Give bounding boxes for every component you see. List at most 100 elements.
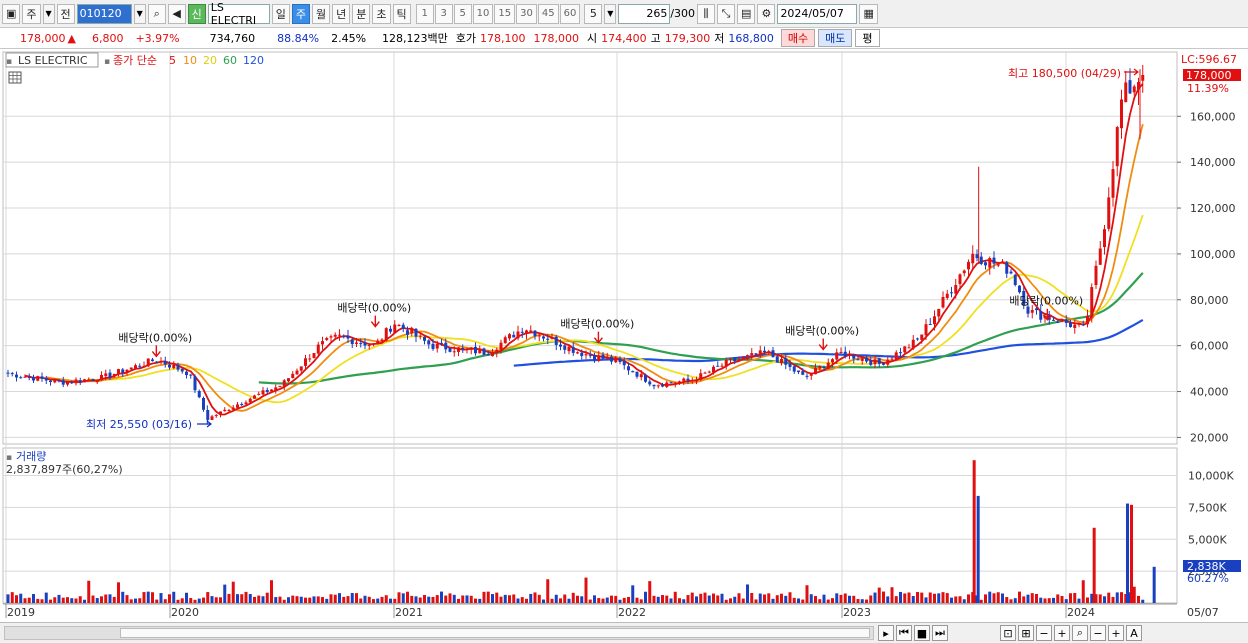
period-week-tab[interactable]: 주: [291, 3, 311, 24]
search-icon[interactable]: ⌕: [147, 3, 166, 24]
candle-body: [537, 335, 541, 337]
volume-bar: [121, 591, 125, 603]
volume-bar: [576, 595, 579, 603]
code-dropdown-icon[interactable]: ▼: [133, 3, 146, 24]
speaker-icon[interactable]: ◀: [167, 3, 186, 24]
count-input[interactable]: 265: [618, 3, 671, 24]
volume-bar: [465, 595, 469, 603]
chart-scrollbar[interactable]: [4, 626, 874, 640]
volume-bar: [15, 595, 18, 603]
candle-body: [406, 330, 409, 335]
candle-body: [219, 411, 222, 415]
period-day-tab[interactable]: 일: [271, 3, 290, 24]
candle-body: [257, 393, 261, 395]
layout-icon[interactable]: ▣: [2, 3, 21, 24]
volume-bar: [525, 598, 528, 603]
scroll-thumb[interactable]: [120, 628, 870, 638]
volume-bar: [214, 597, 218, 603]
volume-bar: [839, 594, 843, 603]
volume-bar: [724, 599, 728, 603]
period-tick-tab[interactable]: 틱: [392, 3, 411, 24]
minute-option-15[interactable]: 15: [494, 3, 516, 24]
save-icon[interactable]: ▤: [737, 3, 756, 24]
volume-bar: [605, 597, 609, 603]
candle-type-icon[interactable]: ⫼: [697, 3, 716, 24]
candle-body: [593, 355, 596, 360]
volume-bar: [695, 596, 698, 603]
minute-option-60[interactable]: 60: [559, 3, 581, 24]
volume-bar: [168, 594, 171, 603]
dividend-label: 배당락(0.00%): [785, 325, 859, 338]
minute-option-5[interactable]: 5: [453, 3, 472, 24]
forward-icon[interactable]: ⏭: [932, 625, 948, 641]
font-size-icon[interactable]: A: [1126, 625, 1142, 641]
prev-button[interactable]: 전: [56, 3, 75, 24]
volume-bar: [716, 595, 720, 603]
candle-body: [23, 376, 27, 378]
volume-bar: [542, 599, 545, 603]
candle-body: [848, 353, 851, 356]
plus-icon[interactable]: +: [1108, 625, 1124, 641]
sin-button[interactable]: 신: [187, 3, 206, 24]
zoom-in-icon[interactable]: +: [1054, 625, 1070, 641]
volume-bar: [720, 593, 724, 603]
next-icon[interactable]: ▸: [878, 625, 894, 641]
candle-body: [435, 344, 439, 349]
gear-icon[interactable]: ⚙: [757, 3, 776, 24]
zoom-out-icon[interactable]: −: [1036, 625, 1052, 641]
minute-option-10[interactable]: 10: [472, 3, 494, 24]
volume-bar: [703, 592, 707, 603]
minus-icon[interactable]: −: [1090, 625, 1106, 641]
candle-body: [380, 339, 384, 342]
minute-option-3[interactable]: 3: [434, 3, 453, 24]
candle-body: [945, 293, 949, 298]
volume-bar: [210, 596, 214, 603]
period-year-tab[interactable]: 년: [332, 3, 351, 24]
eval-button[interactable]: 평: [855, 29, 880, 47]
type-select[interactable]: 주: [22, 3, 41, 24]
period-month-tab[interactable]: 월: [312, 3, 331, 24]
chevron-down-icon[interactable]: ▼: [42, 3, 55, 24]
rewind-icon[interactable]: ⏮: [896, 625, 912, 641]
sell-button[interactable]: 매도: [818, 29, 853, 47]
volume-bar: [903, 593, 907, 603]
volume-bar: [1001, 593, 1004, 603]
volume-bar: [610, 595, 613, 603]
candle-body: [601, 354, 605, 359]
custom-minute-dropdown-icon[interactable]: ▼: [604, 3, 617, 24]
zoom-reset-icon[interactable]: ⊡: [1000, 625, 1016, 641]
volume-bar: [78, 596, 82, 603]
candle-body: [797, 370, 800, 373]
magnify-icon[interactable]: ⌕: [1072, 625, 1088, 641]
period-second-tab[interactable]: 초: [372, 3, 391, 24]
minute-option-45[interactable]: 45: [537, 3, 559, 24]
period-minute-tab[interactable]: 분: [352, 3, 371, 24]
stock-code-input[interactable]: 010120: [76, 3, 132, 24]
volume-label: 거래량: [16, 450, 46, 463]
volume-bar: [486, 591, 490, 603]
calendar-icon[interactable]: ▦: [859, 3, 878, 24]
minute-option-30[interactable]: 30: [516, 3, 537, 24]
custom-minute-input[interactable]: 5: [584, 3, 603, 24]
buy-button[interactable]: 매수: [780, 29, 816, 47]
volume-bar: [843, 593, 847, 603]
draw-tool-icon[interactable]: ⤡: [717, 3, 736, 24]
volume-bar: [1073, 592, 1077, 603]
candle-body: [635, 371, 639, 377]
table-toggle-icon[interactable]: [8, 71, 22, 84]
candle-body: [627, 366, 630, 371]
minute-option-1[interactable]: 1: [415, 3, 434, 24]
volume-bar: [707, 595, 711, 603]
candle-body: [792, 366, 796, 372]
volume-bar: [444, 595, 448, 603]
price-volume-chart[interactable]: 배당락(0.00%) 배당락(0.00%) 배당락(0.00%) 배당락(0.00%)…: [0, 50, 1248, 622]
volume-bar: [809, 594, 813, 603]
stop-icon[interactable]: ■: [914, 625, 930, 641]
volume-bar: [652, 595, 656, 603]
volume-bar: [648, 581, 652, 603]
zoom-fit-icon[interactable]: ⊞: [1018, 625, 1034, 641]
high-annotation: 최고 180,500 (04/29): [1008, 67, 1121, 80]
volume-bar: [414, 596, 418, 603]
date-input[interactable]: 2024/05/07: [777, 3, 858, 24]
candle-body: [724, 359, 728, 367]
